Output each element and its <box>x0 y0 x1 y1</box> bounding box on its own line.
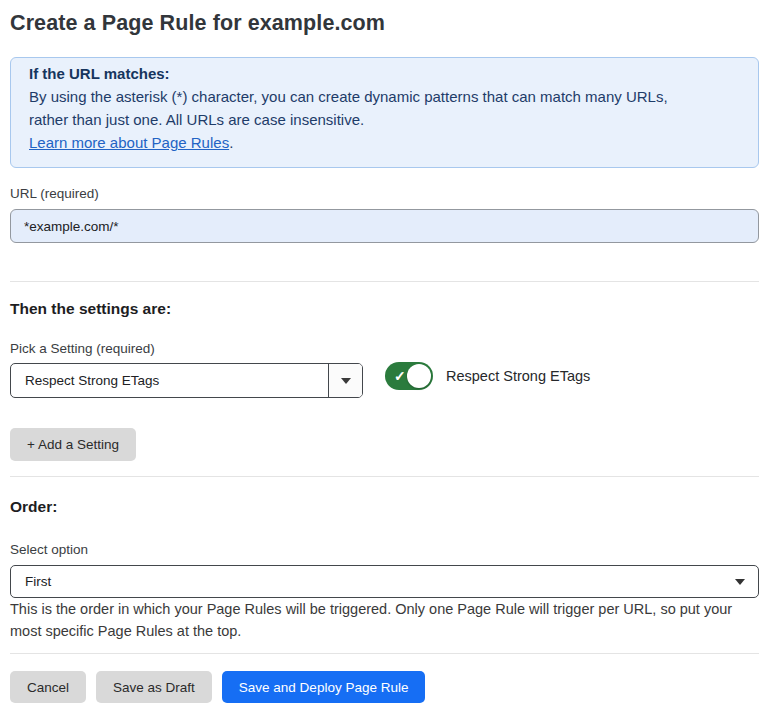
setting-select[interactable]: Respect Strong ETags <box>10 363 363 398</box>
divider <box>10 476 759 477</box>
setting-toggle[interactable]: ✓ <box>385 362 433 390</box>
learn-more-link[interactable]: Learn more about Page Rules <box>29 134 229 151</box>
info-box-text-line1: By using the asterisk (*) character, you… <box>29 85 740 108</box>
url-input[interactable] <box>10 209 759 243</box>
toggle-label: Respect Strong ETags <box>446 368 590 384</box>
info-box-text-line2: rather than just one. All URLs are case … <box>29 108 740 131</box>
chevron-down-icon <box>341 378 351 384</box>
footer-actions: Cancel Save as Draft Save and Deploy Pag… <box>10 671 759 703</box>
page-title: Create a Page Rule for example.com <box>10 0 759 36</box>
url-match-info-box: If the URL matches: By using the asteris… <box>10 57 759 168</box>
order-help-text: This is the order in which your Page Rul… <box>10 599 759 642</box>
chevron-down-icon <box>735 579 745 585</box>
select-option-label: Select option <box>10 541 759 558</box>
toggle-knob <box>407 364 431 388</box>
pick-setting-label: Pick a Setting (required) <box>10 340 759 357</box>
create-page-rule-form: Create a Page Rule for example.com If th… <box>0 0 769 703</box>
cancel-button[interactable]: Cancel <box>10 671 86 703</box>
order-select[interactable]: First <box>10 565 759 598</box>
check-icon: ✓ <box>394 369 406 383</box>
order-section-heading: Order: <box>10 497 759 516</box>
url-label: URL (required) <box>10 185 759 202</box>
link-suffix: . <box>229 134 233 151</box>
info-box-heading: If the URL matches: <box>29 62 740 85</box>
setting-toggle-group: ✓ Respect Strong ETags <box>385 362 590 390</box>
settings-section-heading: Then the settings are: <box>10 299 759 318</box>
add-setting-button[interactable]: + Add a Setting <box>10 428 136 461</box>
divider <box>10 281 759 282</box>
settings-row: Respect Strong ETags ✓ Respect Strong ET… <box>10 363 759 398</box>
divider <box>10 653 759 654</box>
order-select-value: First <box>11 574 51 589</box>
save-deploy-button[interactable]: Save and Deploy Page Rule <box>222 671 426 703</box>
save-draft-button[interactable]: Save as Draft <box>96 671 212 703</box>
setting-select-arrow-button[interactable] <box>328 364 362 397</box>
setting-select-value: Respect Strong ETags <box>11 373 159 388</box>
